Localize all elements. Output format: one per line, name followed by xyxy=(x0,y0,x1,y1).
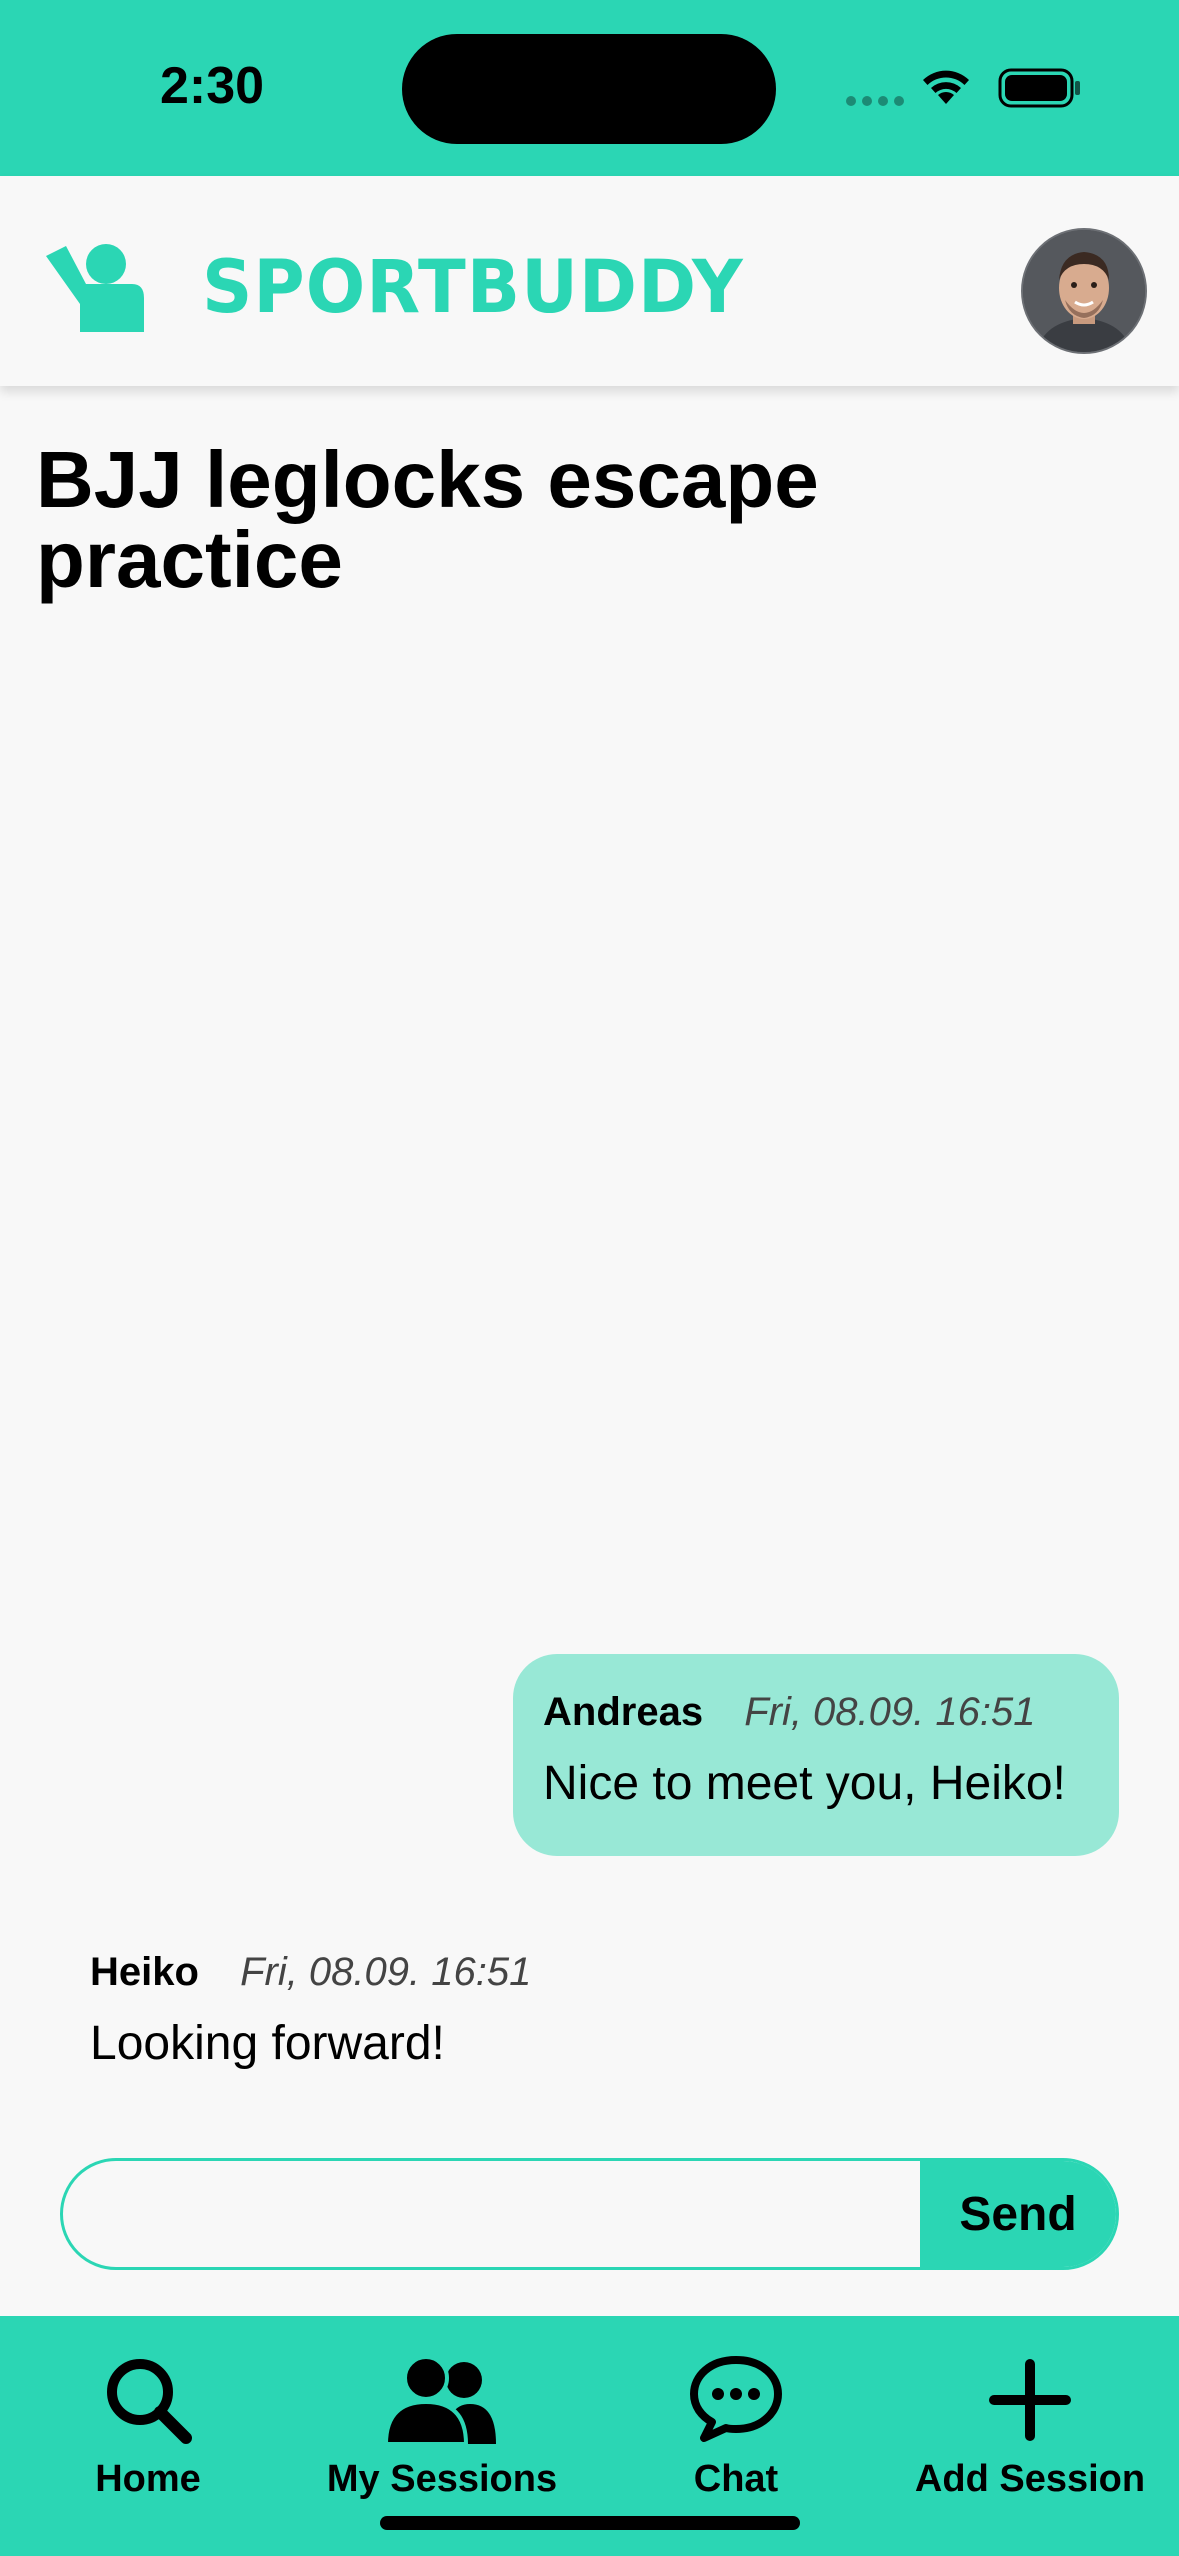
dynamic-island xyxy=(402,34,776,144)
brand-wordmark[interactable]: SPORTBUDDY xyxy=(202,244,744,330)
status-bar: 2:30 xyxy=(0,0,1179,176)
nav-item-chat[interactable]: Chat xyxy=(596,2354,876,2501)
message-author: Andreas xyxy=(543,1690,704,1734)
avatar-photo xyxy=(1023,230,1145,352)
chat-icon xyxy=(690,2356,782,2442)
users-icon xyxy=(384,2355,496,2444)
nav-label-my-sessions: My Sessions xyxy=(326,2458,558,2500)
message-time: Fri, 08.09. 16:51 xyxy=(240,1950,532,1994)
message-composer: Send xyxy=(60,2158,1119,2270)
search-icon xyxy=(107,2359,192,2444)
chat-message-other: Heiko Fri, 08.09. 16:51 Looking forward! xyxy=(90,1952,890,2071)
nav-item-home[interactable]: Home xyxy=(8,2354,288,2501)
nav-item-add-session[interactable]: Add Session xyxy=(890,2354,1170,2501)
battery-icon xyxy=(998,68,1080,108)
message-time: Fri, 08.09. 16:51 xyxy=(744,1690,1036,1734)
user-avatar[interactable] xyxy=(1021,228,1147,354)
page-title: BJJ leglocks escape practice xyxy=(36,435,819,604)
nav-label-add-session: Add Session xyxy=(914,2458,1146,2500)
send-button[interactable]: Send xyxy=(920,2161,1116,2267)
message-text: Nice to meet you, Heiko! xyxy=(543,1757,1066,1810)
message-input[interactable] xyxy=(63,2161,923,2267)
cellular-signal-icon xyxy=(846,93,910,111)
waving-person-logo-icon xyxy=(46,244,144,332)
app-header: SPORTBUDDY xyxy=(0,176,1179,386)
message-meta: Andreas Fri, 08.09. 16:51 xyxy=(543,1692,1089,1732)
status-time: 2:30 xyxy=(160,57,265,115)
message-meta: Heiko Fri, 08.09. 16:51 xyxy=(90,1952,890,1992)
nav-label-chat: Chat xyxy=(693,2458,779,2500)
home-indicator[interactable] xyxy=(380,2516,800,2530)
nav-item-my-sessions[interactable]: My Sessions xyxy=(302,2354,582,2501)
nav-label-home: Home xyxy=(95,2458,201,2500)
message-author: Heiko xyxy=(90,1950,199,1994)
chat-message-own: Andreas Fri, 08.09. 16:51 Nice to meet y… xyxy=(513,1654,1119,1856)
wifi-icon xyxy=(923,70,969,104)
plus-icon xyxy=(989,2359,1071,2441)
message-text: Looking forward! xyxy=(90,2017,445,2070)
